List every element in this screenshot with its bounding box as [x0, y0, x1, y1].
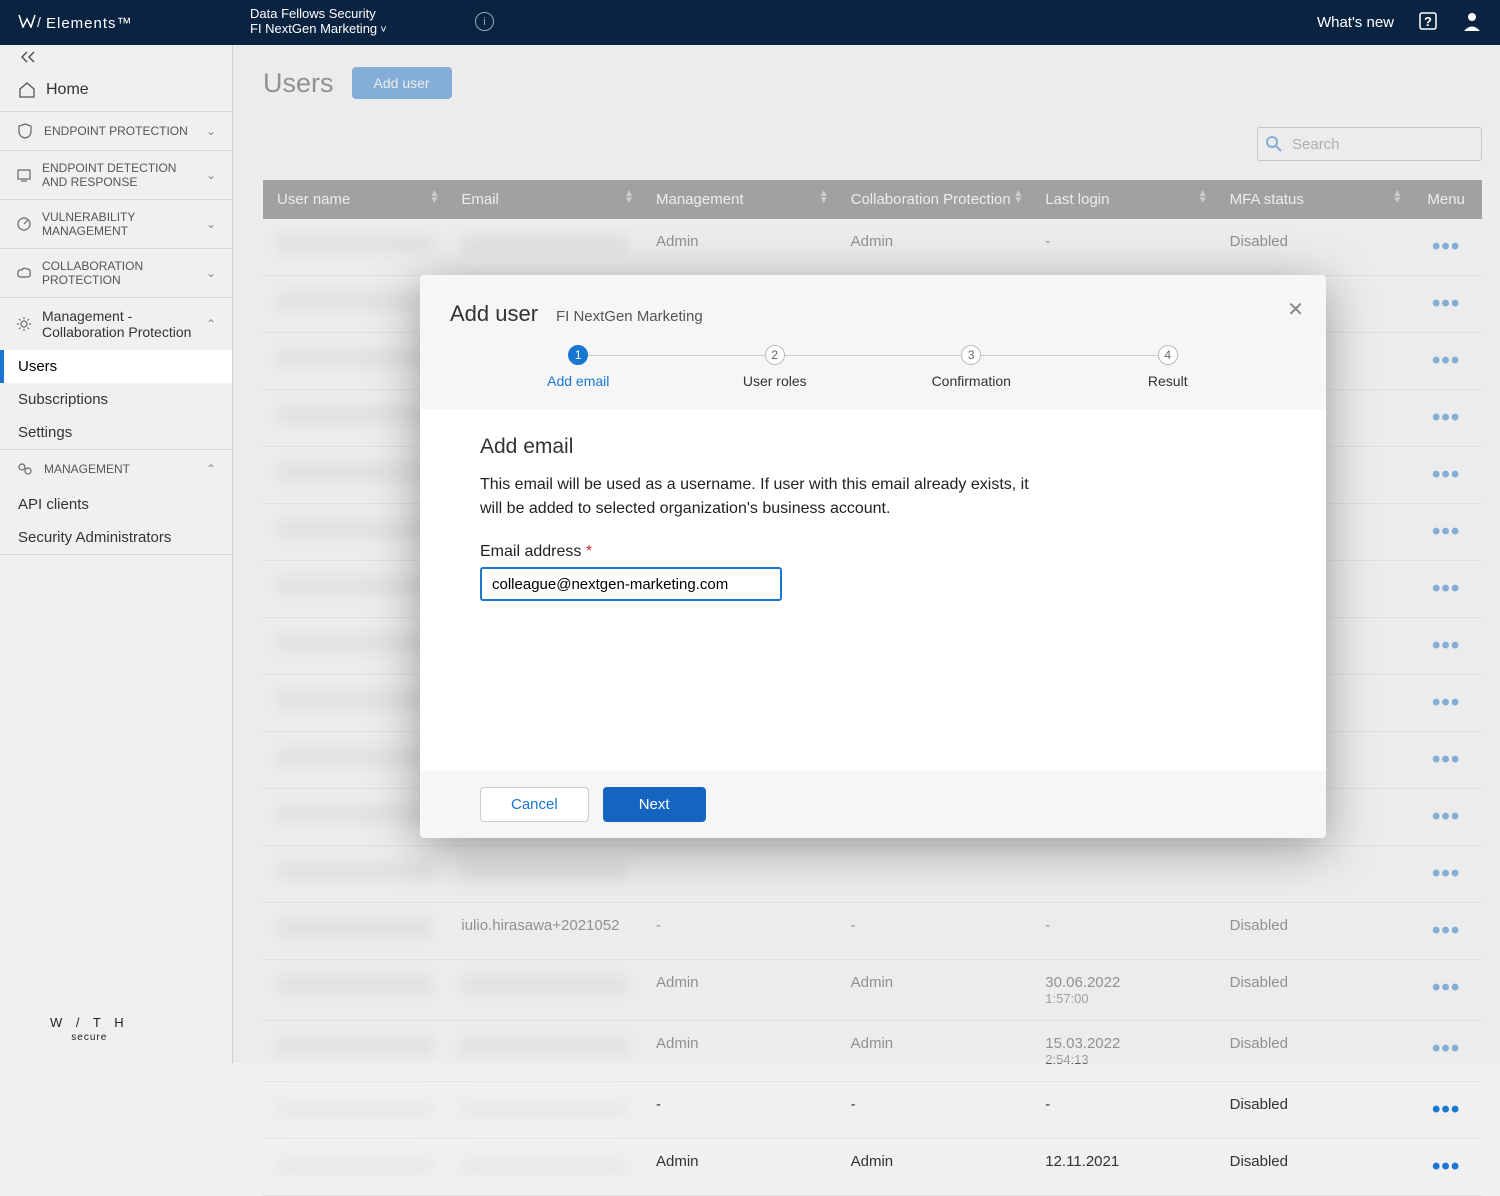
step-3: 3Confirmation	[873, 345, 1070, 389]
radar-icon	[16, 215, 32, 233]
cell-mgmt: Admin	[642, 1139, 837, 1196]
add-user-modal: Add user FI NextGen Marketing ✕ 1Add ema…	[420, 275, 1326, 838]
svg-text:?: ?	[1424, 14, 1432, 29]
step-2: 2User roles	[677, 345, 874, 389]
svg-text:/: /	[37, 14, 42, 28]
nav-collaboration[interactable]: COLLABORATION PROTECTION ⌄	[0, 249, 232, 297]
stepper: 1Add email 2User roles 3Confirmation 4Re…	[450, 345, 1296, 389]
footer-brand: W / T H secure	[50, 1015, 129, 1043]
chevron-down-icon: ⌄	[206, 217, 216, 231]
help-icon[interactable]: ?	[1418, 11, 1438, 35]
table-row[interactable]: AdminAdmin12.11.2021Disabled•••	[263, 1139, 1482, 1196]
gears-icon	[16, 460, 34, 478]
cell-login: 12.11.2021	[1031, 1139, 1215, 1196]
cell-login: -	[1031, 1082, 1215, 1139]
cell-mgmt: -	[642, 1082, 837, 1139]
sidebar: Home ENDPOINT PROTECTION ⌄ ENDPOINT DETE…	[0, 45, 233, 1063]
nav-home[interactable]: Home	[0, 69, 232, 111]
shield-icon	[16, 122, 34, 140]
cell-email	[447, 1139, 642, 1196]
top-bar: / Elements™ Data Fellows Security FI Nex…	[0, 0, 1500, 45]
modal-title: Add user	[450, 301, 538, 327]
close-icon[interactable]: ✕	[1287, 297, 1304, 322]
org-parent: Data Fellows Security	[250, 6, 387, 21]
whats-new-link[interactable]: What's new	[1317, 14, 1394, 31]
row-menu-icon[interactable]: •••	[1410, 1139, 1482, 1196]
gear-icon	[16, 315, 32, 333]
chevron-down-icon: ⌄	[206, 266, 216, 280]
nav-management[interactable]: MANAGEMENT ⌃	[0, 450, 232, 488]
info-icon[interactable]: i	[475, 12, 494, 31]
org-selector[interactable]: Data Fellows Security FI NextGen Marketi…	[250, 6, 387, 38]
chevron-down-icon: ⌄	[206, 168, 216, 182]
nav-security-admins[interactable]: Security Administrators	[0, 521, 232, 554]
nav-settings[interactable]: Settings	[0, 416, 232, 449]
cell-collab: Admin	[837, 1139, 1032, 1196]
user-icon[interactable]	[1462, 11, 1482, 35]
cell-mfa: Disabled	[1216, 1082, 1411, 1139]
next-button[interactable]: Next	[603, 787, 706, 822]
nav-mgmt-collab[interactable]: Management - Collaboration Protection ⌃	[0, 298, 232, 350]
step-4: 4Result	[1070, 345, 1267, 389]
nav-edr[interactable]: ENDPOINT DETECTION AND RESPONSE ⌄	[0, 151, 232, 199]
nav-api-clients[interactable]: API clients	[0, 488, 232, 521]
modal-subtitle: FI NextGen Marketing	[556, 308, 703, 325]
collapse-sidebar-icon[interactable]	[0, 45, 232, 69]
email-input[interactable]	[480, 567, 782, 601]
cell-mfa: Disabled	[1216, 1139, 1411, 1196]
chevron-down-icon: ⌄	[206, 124, 216, 138]
screen-icon	[16, 166, 32, 184]
nav-subscriptions[interactable]: Subscriptions	[0, 383, 232, 416]
cell-collab: -	[837, 1082, 1032, 1139]
nav-users[interactable]: Users	[0, 350, 232, 383]
nav-vulnerability[interactable]: VULNERABILITY MANAGEMENT ⌄	[0, 200, 232, 248]
brand-logo: / Elements™	[18, 14, 133, 32]
step-1: 1Add email	[480, 345, 677, 389]
home-icon	[18, 81, 36, 99]
table-row[interactable]: ---Disabled•••	[263, 1082, 1482, 1139]
modal-body-title: Add email	[480, 435, 1266, 459]
email-label: Email address *	[480, 543, 1266, 561]
nav-endpoint-protection[interactable]: ENDPOINT PROTECTION ⌄	[0, 112, 232, 150]
org-current: FI NextGen Marketing	[250, 21, 387, 38]
chevron-up-icon: ⌃	[206, 317, 216, 331]
cell-username	[263, 1139, 447, 1196]
row-menu-icon[interactable]: •••	[1410, 1082, 1482, 1139]
cell-email	[447, 1082, 642, 1139]
cloud-icon	[16, 264, 32, 282]
cancel-button[interactable]: Cancel	[480, 787, 589, 822]
chevron-up-icon: ⌃	[206, 462, 216, 476]
modal-body-desc: This email will be used as a username. I…	[480, 473, 1040, 521]
cell-username	[263, 1082, 447, 1139]
